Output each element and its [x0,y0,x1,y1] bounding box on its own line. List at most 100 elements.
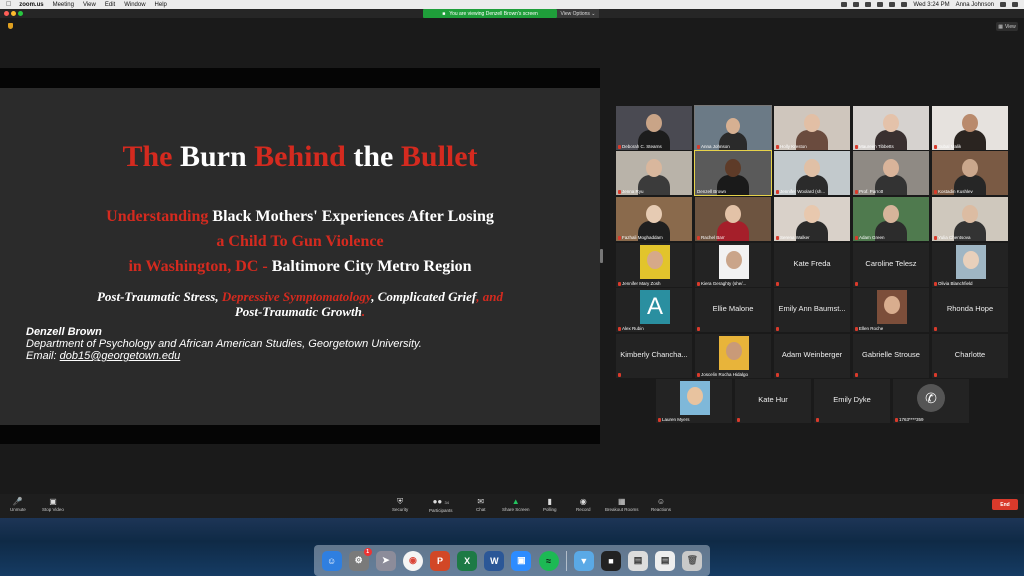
participant-tile[interactable]: Rachel Barr [695,197,771,241]
participant-tile[interactable]: Emily Ann Baumst... [774,288,850,332]
participant-tile[interactable]: Emily Dyke [814,379,890,423]
participant-tile[interactable]: Lauren Myers [656,379,732,423]
participant-tile[interactable]: Gabrielle Strouse [853,334,929,378]
search-icon[interactable] [1000,2,1006,7]
menu-edit[interactable]: Edit [105,2,115,8]
share-screen-label: Share Screen [502,507,530,512]
menu-view[interactable]: View [83,2,96,8]
word-icon[interactable]: W [484,550,505,571]
subtitle-line-3: in Washington, DC - Baltimore City Metro… [0,258,600,276]
participants-label: Participants [429,508,453,513]
reactions-button[interactable]: ☺ Reactions [651,497,671,512]
status-icon-2[interactable] [853,2,860,7]
launchpad-icon[interactable]: ➤ [375,550,396,571]
figure-shape [725,159,741,177]
participant-name-text: Prof. Parrott [859,189,884,194]
participant-name-text: Kostadin Kushlev [938,189,973,194]
excel-icon[interactable]: X [457,550,478,571]
security-button[interactable]: ⛨ Security [392,497,408,512]
participant-tile[interactable]: Kate Freda [774,243,850,287]
participant-tile[interactable]: Adam Green [853,197,929,241]
breakout-label: Breakout Rooms [605,507,639,512]
close-window-button[interactable] [4,11,9,16]
title-word: Bullet [400,140,478,173]
participant-tile[interactable]: Jennifer Mary Zosh [616,243,692,287]
menu-app-name[interactable]: zoom.us [19,2,43,8]
trash-icon[interactable]: 🗑 [682,550,703,571]
status-icon-1[interactable] [841,2,848,7]
breakout-rooms-button[interactable]: ▦ Breakout Rooms [605,497,639,512]
participant-tile[interactable]: Adam Weinberger [774,334,850,378]
participant-tile[interactable]: Kimberly Chancha... [616,334,692,378]
stop-video-label: Stop Video [42,507,64,512]
zoom-icon[interactable]: ▣ [511,550,532,571]
split-view-handle[interactable] [600,249,603,263]
volume-icon[interactable] [889,2,896,7]
participant-tile[interactable]: Joscelin Rocha Hidalgo [695,334,771,378]
participant-tile[interactable]: Maureen Tibbetts [853,106,929,150]
participant-tile[interactable]: Ellen Roche [853,288,929,332]
participant-tile[interactable]: Holly Kreston [774,106,850,150]
menu-clock[interactable]: Wed 3:24 PM [913,2,949,8]
participant-tile[interactable]: ✆ 1763****359 [893,379,969,423]
participant-tile[interactable]: Subal Malik [932,106,1008,150]
participant-name-text: Fazhali Moghaddam [622,235,663,240]
finder-icon[interactable]: ☺ [321,550,342,571]
polling-button[interactable]: ▮ Polling [543,497,557,512]
participant-tile[interactable]: Rhonda Hope [932,288,1008,332]
participants-button[interactable]: ●● 34 Participants [429,497,453,513]
email-link[interactable]: dob15@georgetown.edu [60,350,181,362]
title-word: The [122,140,173,173]
participant-tile[interactable]: Fazhali Moghaddam [616,197,692,241]
control-center-icon[interactable] [1012,2,1018,7]
chat-button[interactable]: ✉ Chat [476,497,486,512]
security-shield-icon[interactable] [8,23,13,29]
spotify-icon[interactable]: ≈ [538,550,559,571]
record-button[interactable]: ◉ Record [576,497,591,512]
window-thumbnail-icon[interactable]: ▤ [628,550,649,571]
chrome-icon[interactable]: ◉ [402,550,423,571]
downloads-folder-icon[interactable]: ▼ [573,550,594,571]
participant-tile[interactable]: Ellie Malone [695,288,771,332]
menu-meeting[interactable]: Meeting [53,2,74,8]
menu-user[interactable]: Anna Johnson [956,2,994,8]
participant-tile[interactable]: Deborah C. Stearns [616,106,692,150]
participant-tile[interactable]: Kate Hur [735,379,811,423]
muted-mic-icon [618,235,621,240]
status-icon-3[interactable] [865,2,872,7]
participant-name: Olivia Blanchfield [934,281,973,286]
participant-display-name: Adam Weinberger [781,349,843,359]
participant-tile[interactable]: Prof. Parrott [853,151,929,195]
participant-tile[interactable]: Kostadin Kushlev [932,151,1008,195]
participant-tile[interactable]: Jenna Ryu [616,151,692,195]
share-screen-button[interactable]: ▲ Share Screen [502,497,530,512]
window-thumbnail-icon[interactable]: ▤ [655,550,676,571]
view-button[interactable]: ▦ View [996,22,1018,31]
menu-help[interactable]: Help [155,2,167,8]
battery-icon[interactable] [901,2,908,7]
participant-tile[interactable]: Yulia Chentsova [932,197,1008,241]
participant-tile-active-speaker[interactable]: Denzell Brown [694,150,772,196]
apple-icon[interactable]:  [6,1,11,8]
audio-options-chevron[interactable]: ^ [18,496,20,501]
participant-tile[interactable]: Kiera Geraghty (she/... [695,243,771,287]
menu-window[interactable]: Window [124,2,145,8]
stop-video-button[interactable]: ▣ Stop Video [42,497,64,512]
participant-tile[interactable]: Caroline Telesz [853,243,929,287]
wifi-icon[interactable] [877,2,884,7]
participant-tile[interactable]: Serena Walker [774,197,850,241]
view-options-button[interactable]: View Options ⌄ [557,9,599,18]
participant-tile[interactable]: Jennifer Woolard (sh... [774,151,850,195]
window-thumbnail-icon[interactable]: ■ [600,550,621,571]
participant-tile[interactable]: Charlotte [932,334,1008,378]
powerpoint-icon[interactable]: P [430,550,451,571]
maximize-window-button[interactable] [18,11,23,16]
system-preferences-icon[interactable]: ⚙ 1 [348,547,372,571]
participant-tile[interactable]: Olivia Blanchfield [932,243,1008,287]
chat-bubble-icon: ✉ [477,497,485,506]
participant-tile[interactable]: Anna Johnson [694,105,772,151]
minimize-window-button[interactable] [11,11,16,16]
end-meeting-button[interactable]: End [992,499,1018,510]
participant-name-text: Jennifer Woolard (sh... [780,189,826,194]
participant-tile[interactable]: A Alex Rubin [616,288,692,332]
